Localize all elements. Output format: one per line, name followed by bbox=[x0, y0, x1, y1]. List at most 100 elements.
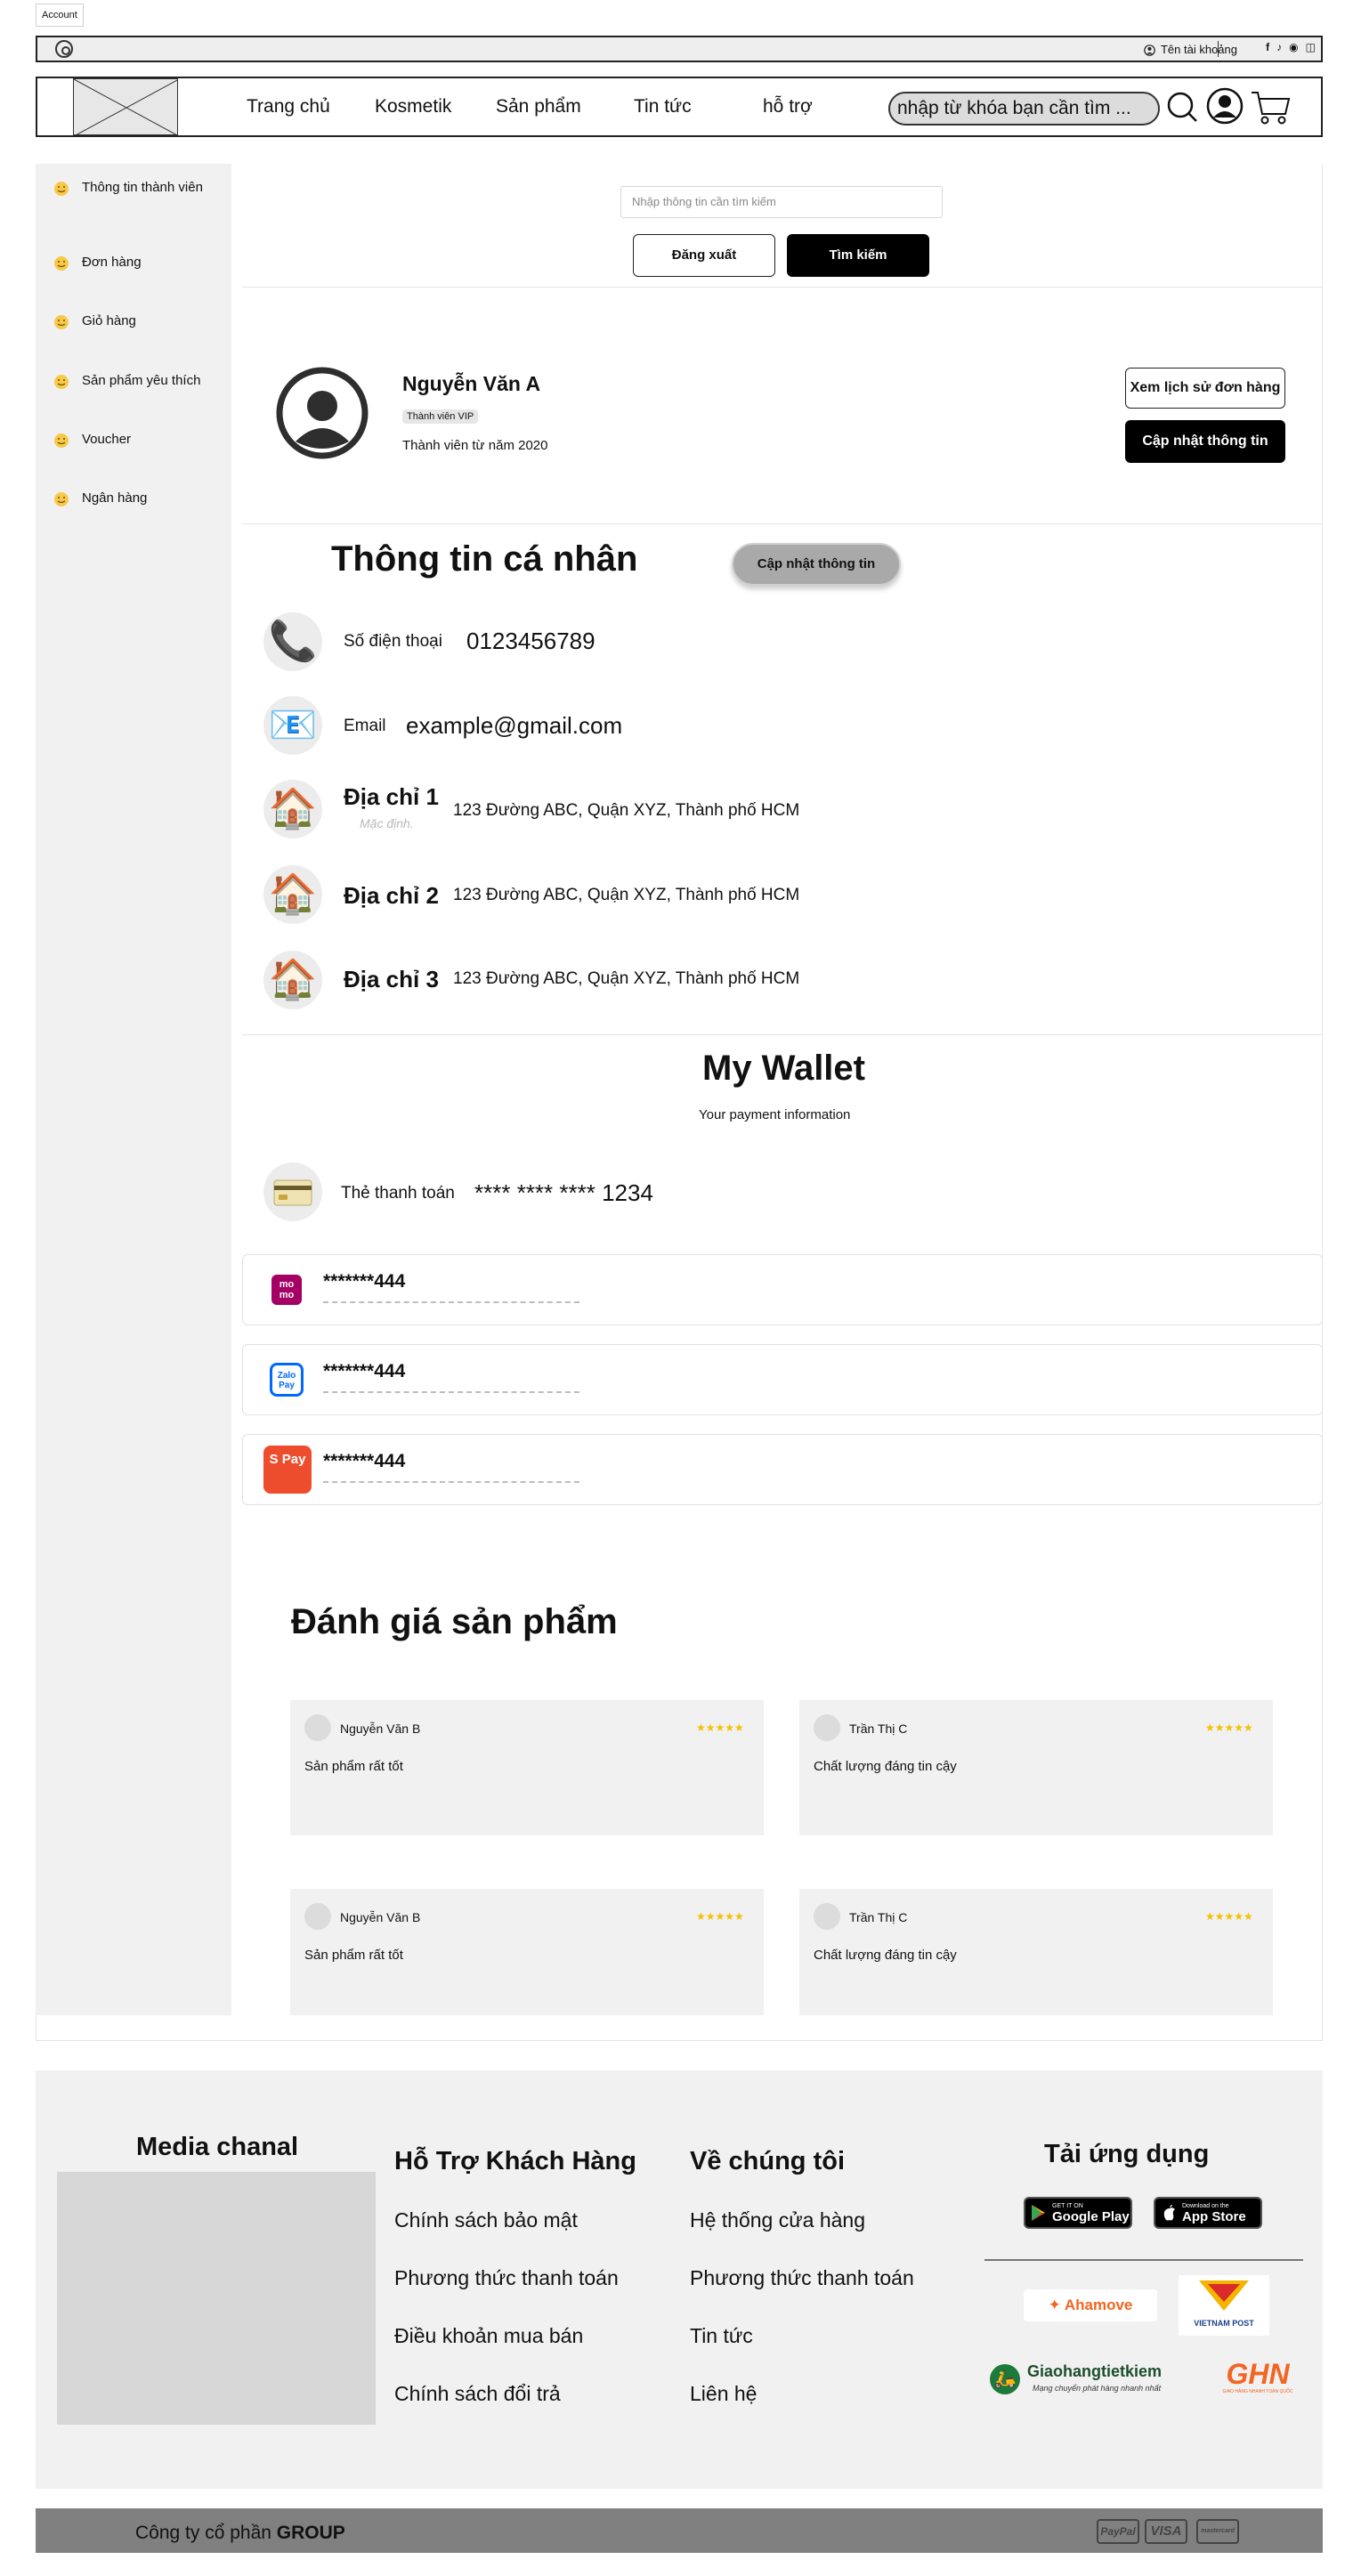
payment-number: *******444 bbox=[323, 1271, 406, 1292]
google-play-badge[interactable]: GET IT ON Google Play bbox=[1024, 2197, 1132, 2229]
avatar bbox=[814, 1903, 840, 1930]
sidebar-item-favorites[interactable]: Sản phẩm yêu thích bbox=[53, 372, 223, 390]
reviews-title: Đánh giá sản phẩm bbox=[291, 1602, 618, 1641]
smile-icon bbox=[53, 181, 69, 197]
zalopay-logo-icon: Zalo Pay bbox=[265, 1358, 308, 1401]
review-text: Chất lượng đáng tin cậy bbox=[814, 1948, 957, 1963]
star-rating: ★★★★★ bbox=[1205, 1910, 1253, 1923]
address-value: 123 Đường ABC, Quận XYZ, Thành phố HCM bbox=[453, 969, 800, 988]
sidebar-item-cart[interactable]: Giỏ hàng bbox=[53, 312, 223, 330]
review-text: Sản phẩm rất tốt bbox=[304, 1948, 403, 1963]
sidebar-item-bank[interactable]: Ngân hàng bbox=[53, 490, 223, 507]
wallet-subtitle: Your payment information bbox=[699, 1107, 851, 1122]
divider bbox=[36, 2040, 1323, 2041]
footer-link[interactable]: Phương thức thanh toán bbox=[690, 2266, 914, 2290]
ahamove-logo: ✦ Ahamove bbox=[1024, 2289, 1157, 2321]
payment-number: *******444 bbox=[323, 1451, 406, 1471]
payment-number: *******444 bbox=[323, 1361, 406, 1381]
address-value: 123 Đường ABC, Quận XYZ, Thành phố HCM bbox=[453, 886, 800, 904]
account-label: Tên tài khoảng bbox=[1160, 43, 1237, 56]
vietnam-post-logo: VIETNAM POST bbox=[1179, 2275, 1269, 2336]
address-value: 123 Đường ABC, Quận XYZ, Thành phố HCM bbox=[453, 801, 800, 820]
sidebar-item-member-info[interactable]: Thông tin thành viên bbox=[53, 179, 223, 197]
momo-logo-icon: mo mo bbox=[265, 1268, 308, 1311]
card-label: Thẻ thanh toán bbox=[341, 1184, 455, 1203]
window-tab: Account bbox=[36, 4, 84, 27]
review-text: Sản phẩm rất tốt bbox=[304, 1759, 403, 1774]
footer-link[interactable]: Chính sách đổi trả bbox=[394, 2382, 561, 2406]
paypal-icon: PayPal bbox=[1097, 2519, 1139, 2544]
ghn-logo: GHN GIAO HÀNG NHANH TOÀN QUỐC bbox=[1222, 2358, 1293, 2394]
media-placeholder[interactable] bbox=[57, 2172, 376, 2425]
footer-link[interactable]: Liên hệ bbox=[690, 2382, 757, 2406]
logout-button[interactable]: Đăng xuất bbox=[633, 234, 775, 277]
instagram-icon[interactable]: ◫ bbox=[1306, 41, 1316, 53]
app-title: Tải ứng dụng bbox=[1044, 2140, 1210, 2168]
nav-kosmetik[interactable]: Kosmetik bbox=[375, 94, 451, 119]
personal-update-button[interactable]: Cập nhật thông tin bbox=[732, 543, 901, 586]
reviewer-name: Nguyễn Văn B bbox=[340, 1910, 421, 1924]
delivery-man-icon: 🛵 bbox=[990, 2364, 1020, 2394]
address-title: Địa chỉ 2 bbox=[344, 882, 439, 909]
top-bar bbox=[36, 36, 1323, 62]
search-icon[interactable] bbox=[1166, 91, 1198, 123]
star-rating: ★★★★★ bbox=[1205, 1721, 1253, 1734]
divider bbox=[242, 287, 1323, 288]
phone-value: 0123456789 bbox=[466, 628, 595, 654]
footer-link[interactable]: Phương thức thanh toán bbox=[394, 2266, 619, 2290]
nav-news[interactable]: Tin tức bbox=[634, 94, 692, 119]
house-icon: 🏠 bbox=[263, 865, 322, 924]
address-title: Địa chỉ 3 bbox=[344, 966, 439, 992]
youtube-icon[interactable]: ◉ bbox=[1289, 41, 1298, 53]
user-circle-icon bbox=[1144, 44, 1155, 56]
image-placeholder-icon bbox=[74, 79, 177, 134]
reviewer-name: Trần Thị C bbox=[849, 1910, 908, 1924]
nav-support[interactable]: hỗ trợ bbox=[763, 94, 813, 119]
cart-icon[interactable] bbox=[1250, 87, 1291, 126]
facebook-icon[interactable]: f bbox=[1266, 41, 1269, 53]
profile-name: Nguyễn Văn A bbox=[402, 372, 541, 395]
app-store-badge[interactable]: Download on the App Store bbox=[1154, 2197, 1262, 2229]
vietnam-post-icon bbox=[1199, 2280, 1249, 2311]
dashed-divider bbox=[323, 1301, 579, 1303]
avatar bbox=[814, 1714, 840, 1741]
logo-placeholder[interactable] bbox=[73, 78, 178, 135]
sidebar-item-label: Ngân hàng bbox=[82, 490, 148, 506]
sidebar-item-voucher[interactable]: Voucher bbox=[53, 431, 223, 449]
smile-icon bbox=[53, 314, 69, 330]
avatar bbox=[304, 1714, 331, 1741]
email-icon: 📧 bbox=[263, 696, 322, 755]
personal-info-title: Thông tin cá nhân bbox=[331, 539, 638, 579]
nav-home[interactable]: Trang chủ bbox=[247, 94, 330, 119]
nav-products[interactable]: Sản phẩm bbox=[496, 94, 581, 119]
info-search-input[interactable]: Nhập thông tin cần tìm kiếm bbox=[620, 186, 943, 218]
address-title: Địa chỉ 1 bbox=[344, 783, 439, 810]
user-icon[interactable] bbox=[1206, 87, 1244, 125]
ghtk-logo: 🛵 Giaohangtietkiem Mạng chuyển phát hàng… bbox=[990, 2361, 1186, 2402]
card-number: **** **** **** 1234 bbox=[474, 1179, 653, 1206]
sidebar-item-label: Sản phẩm yêu thích bbox=[82, 373, 201, 388]
social-icons: f ♪ ◉ ◫ bbox=[1266, 41, 1316, 53]
smile-icon bbox=[53, 255, 69, 271]
status-badge: Thành viên VIP bbox=[402, 409, 479, 424]
sidebar-item-label: Đơn hàng bbox=[82, 255, 142, 270]
footer-link[interactable]: Tin tức bbox=[690, 2324, 753, 2348]
header-search-input[interactable]: nhập từ khóa bạn cần tìm ... bbox=[888, 92, 1160, 126]
order-history-button[interactable]: Xem lịch sử đơn hàng bbox=[1125, 368, 1285, 409]
smile-icon bbox=[53, 491, 69, 507]
review-text: Chất lượng đáng tin cậy bbox=[814, 1759, 957, 1774]
footer-link[interactable]: Hệ thống cửa hàng bbox=[690, 2208, 865, 2232]
location-pin-icon[interactable] bbox=[55, 40, 73, 58]
tiktok-icon[interactable]: ♪ bbox=[1276, 41, 1282, 53]
divider bbox=[242, 523, 1323, 524]
email-value: example@gmail.com bbox=[406, 712, 623, 739]
search-button[interactable]: Tìm kiếm bbox=[787, 234, 929, 277]
update-info-button[interactable]: Cập nhật thông tin bbox=[1125, 420, 1285, 463]
star-rating: ★★★★★ bbox=[696, 1721, 744, 1734]
avatar bbox=[276, 367, 369, 459]
account-link[interactable]: Tên tài khoảng bbox=[1144, 42, 1237, 58]
ahamove-icon: ✦ bbox=[1048, 2297, 1061, 2313]
footer-link[interactable]: Chính sách bảo mật bbox=[394, 2208, 578, 2232]
sidebar-item-orders[interactable]: Đơn hàng bbox=[53, 254, 223, 271]
footer-link[interactable]: Điều khoản mua bán bbox=[394, 2324, 583, 2348]
